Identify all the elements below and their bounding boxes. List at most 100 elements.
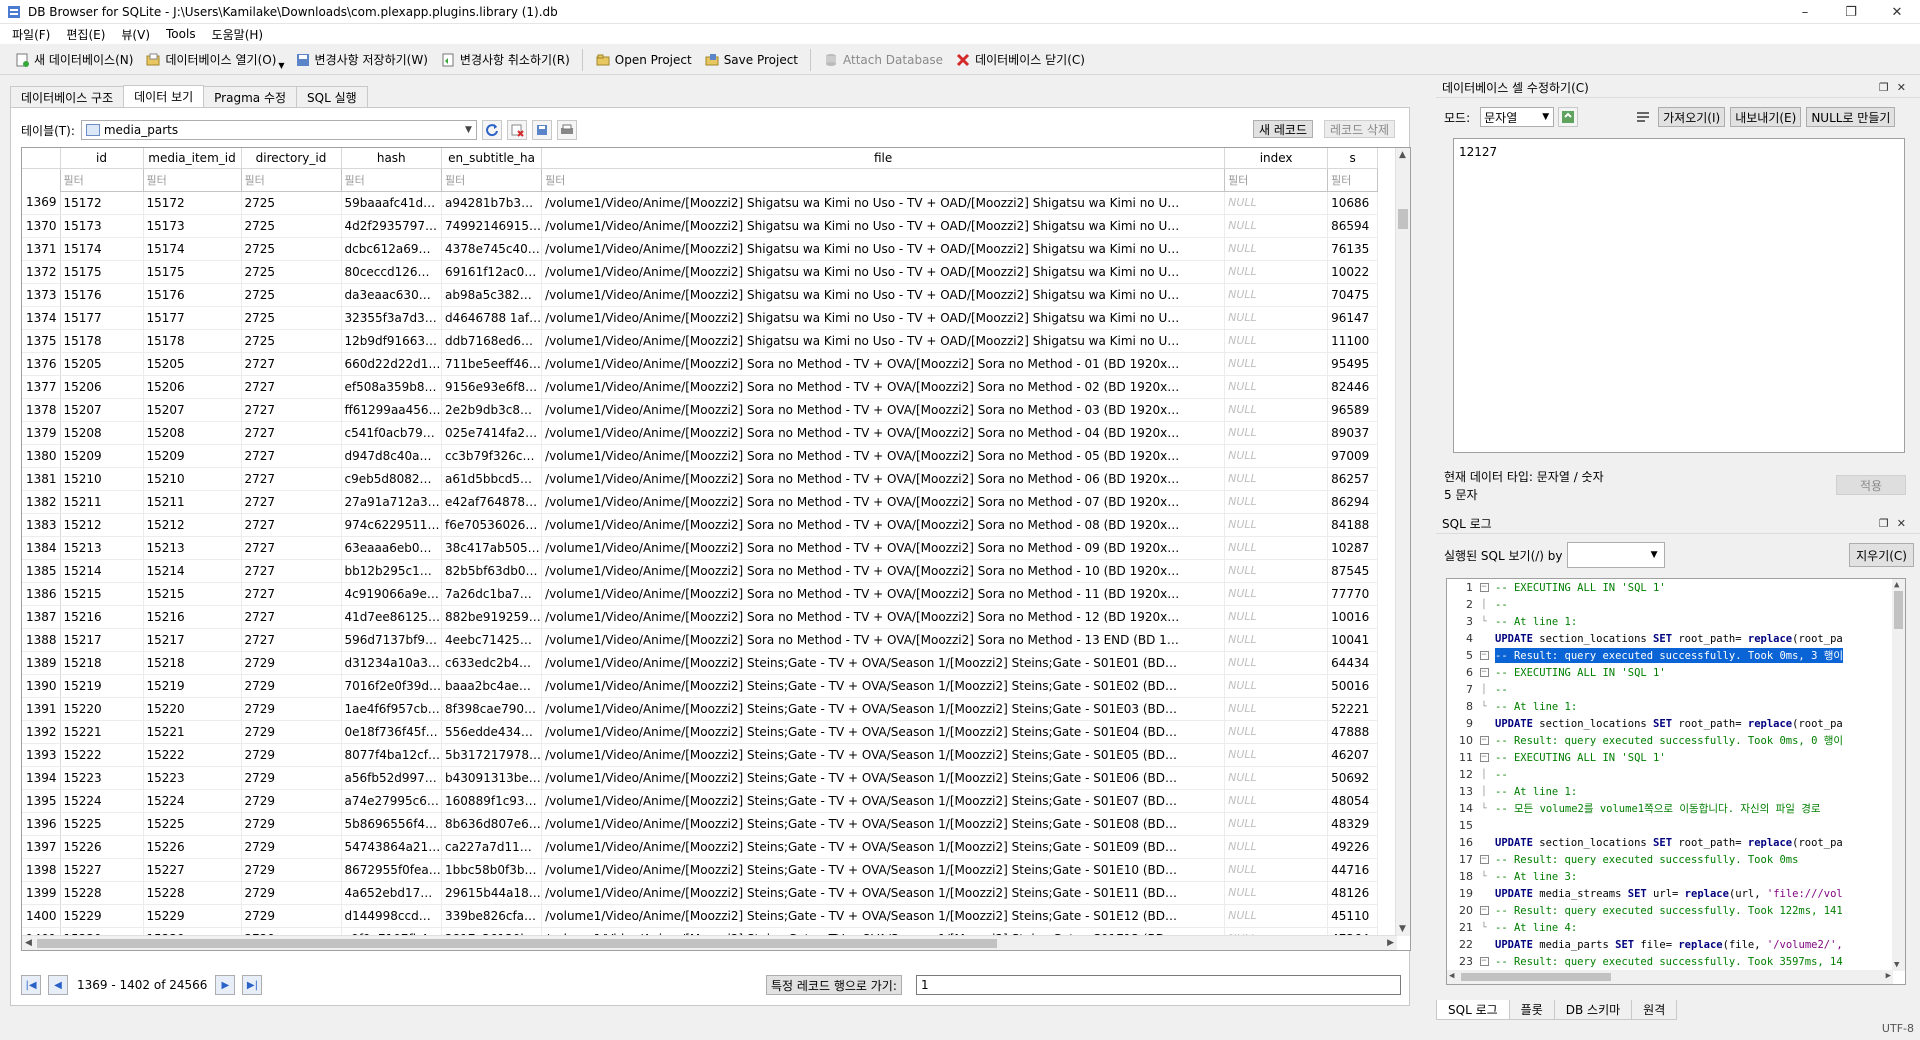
scroll-left-icon[interactable]: ◀: [25, 938, 32, 948]
cell-en-subtitle-hash[interactable]: 38c417ab505…: [441, 536, 543, 560]
cell-id[interactable]: 15224: [60, 789, 144, 813]
cell-media-item-id[interactable]: 15209: [143, 444, 242, 468]
menu-view[interactable]: 뷰(V): [113, 26, 158, 43]
cell-media-item-id[interactable]: 15178: [143, 329, 242, 353]
filter-input-en-subtitle-hash[interactable]: 필터: [441, 167, 543, 192]
cell-media-item-id[interactable]: 15216: [143, 605, 242, 629]
cell-hash[interactable]: d144998ccd…: [341, 904, 443, 928]
cell-file[interactable]: /volume1/Video/Anime/[Moozzi2] Sora no M…: [541, 628, 1226, 652]
save-project-button[interactable]: Save Project: [698, 47, 804, 73]
sql-log-source-select[interactable]: ▼: [1566, 542, 1665, 568]
cell-file[interactable]: /volume1/Video/Anime/[Moozzi2] Sora no M…: [541, 513, 1226, 537]
cell-hash[interactable]: 80ceccd126…: [341, 260, 443, 284]
cell-directory-id[interactable]: 2729: [241, 835, 342, 859]
cell-row-number[interactable]: 1399: [22, 881, 61, 905]
cell-en-subtitle-hash[interactable]: 556edde434…: [441, 720, 543, 744]
cell-file[interactable]: /volume1/Video/Anime/[Moozzi2] Steins;Ga…: [541, 697, 1226, 721]
cell-id[interactable]: 15228: [60, 881, 144, 905]
cell-row-number[interactable]: 1398: [22, 858, 61, 882]
cell-id[interactable]: 15205: [60, 352, 144, 376]
cell-media-item-id[interactable]: 15177: [143, 306, 242, 330]
cell-en-subtitle-hash[interactable]: ab98a5c382…: [441, 283, 543, 307]
cell-id[interactable]: 15215: [60, 582, 144, 606]
tab-browse-data[interactable]: 데이터 보기: [123, 85, 205, 107]
fold-collapse-icon[interactable]: −: [1473, 753, 1495, 762]
cell-row-number[interactable]: 1394: [22, 766, 61, 790]
first-record-button[interactable]: |◀: [21, 975, 41, 995]
scroll-down-icon[interactable]: ▼: [1894, 960, 1899, 970]
open-database-button[interactable]: 데이터베이스 열기(O): [139, 47, 282, 73]
cell-index[interactable]: NULL: [1224, 444, 1329, 468]
cell-index[interactable]: NULL: [1224, 490, 1329, 514]
table-row[interactable]: 1384 15213 15213 2727 63eaaa6eb0… 38c417ab505…: [22, 536, 1379, 560]
cell-index[interactable]: NULL: [1224, 306, 1329, 330]
write-changes-button[interactable]: 변경사항 저장하기(W): [289, 47, 434, 73]
cell-id[interactable]: 15220: [60, 697, 144, 721]
table-row[interactable]: 1372 15175 15175 2725 80ceccd126… 69161f12ac0…: [22, 260, 1379, 284]
fold-collapse-icon[interactable]: −: [1473, 651, 1495, 660]
cell-index[interactable]: NULL: [1224, 398, 1329, 422]
cell-en-subtitle-hash[interactable]: 69161f12ac0…: [441, 260, 543, 284]
cell-media-item-id[interactable]: 15217: [143, 628, 242, 652]
menu-edit[interactable]: 편집(E): [58, 26, 113, 43]
open-database-dropdown-icon[interactable]: ▼: [278, 61, 284, 70]
cell-en-subtitle-hash[interactable]: 29615b44a18…: [441, 881, 543, 905]
cell-file[interactable]: /volume1/Video/Anime/[Moozzi2] Sora no M…: [541, 398, 1226, 422]
cell-file[interactable]: /volume1/Video/Anime/[Moozzi2] Sora no M…: [541, 559, 1226, 583]
cell-index[interactable]: NULL: [1224, 214, 1329, 238]
cell-row-number[interactable]: 1388: [22, 628, 61, 652]
cell-index[interactable]: NULL: [1224, 605, 1329, 629]
cell-file[interactable]: /volume1/Video/Anime/[Moozzi2] Steins;Ga…: [541, 835, 1226, 859]
cell-hash[interactable]: 8672955f0fea…: [341, 858, 443, 882]
cell-hash[interactable]: 4d2f2935797…: [341, 214, 443, 238]
cell-media-item-id[interactable]: 15211: [143, 490, 242, 514]
cell-en-subtitle-hash[interactable]: 339be826cfa…: [441, 904, 543, 928]
cell-media-item-id[interactable]: 15215: [143, 582, 242, 606]
cell-row-number[interactable]: 1379: [22, 421, 61, 445]
cell-id[interactable]: 15206: [60, 375, 144, 399]
cell-id[interactable]: 15212: [60, 513, 144, 537]
cell-size[interactable]: 47888: [1327, 720, 1379, 744]
attach-database-button[interactable]: Attach Database: [817, 47, 949, 73]
cell-en-subtitle-hash[interactable]: c633edc2b4…: [441, 651, 543, 675]
cell-en-subtitle-hash[interactable]: a61d5bbcd5…: [441, 467, 543, 491]
cell-size[interactable]: 11100: [1327, 329, 1379, 353]
cell-hash[interactable]: bb12b295c1…: [341, 559, 443, 583]
cell-row-number[interactable]: 1378: [22, 398, 61, 422]
cell-id[interactable]: 15218: [60, 651, 144, 675]
cell-media-item-id[interactable]: 15175: [143, 260, 242, 284]
grid-horizontal-scroll-thumb[interactable]: [37, 939, 997, 948]
cell-media-item-id[interactable]: 15207: [143, 398, 242, 422]
cell-directory-id[interactable]: 2727: [241, 536, 342, 560]
cell-file[interactable]: /volume1/Video/Anime/[Moozzi2] Steins;Ga…: [541, 743, 1226, 767]
cell-directory-id[interactable]: 2727: [241, 467, 342, 491]
new-database-button[interactable]: 새 데이터베이스(N): [8, 47, 139, 73]
cell-file[interactable]: /volume1/Video/Anime/[Moozzi2] Sora no M…: [541, 375, 1226, 399]
cell-id[interactable]: 15229: [60, 904, 144, 928]
cell-row-number[interactable]: 1397: [22, 835, 61, 859]
cell-en-subtitle-hash[interactable]: b43091313be…: [441, 766, 543, 790]
cell-file[interactable]: /volume1/Video/Anime/[Moozzi2] Shigatsu …: [541, 260, 1226, 284]
cell-directory-id[interactable]: 2725: [241, 260, 342, 284]
cell-hash[interactable]: a74e27995c6…: [341, 789, 443, 813]
cell-media-item-id[interactable]: 15224: [143, 789, 242, 813]
cell-size[interactable]: 52221: [1327, 697, 1379, 721]
cell-media-item-id[interactable]: 15221: [143, 720, 242, 744]
cell-row-number[interactable]: 1380: [22, 444, 61, 468]
cell-size[interactable]: 48054: [1327, 789, 1379, 813]
cell-hash[interactable]: 54743864a21…: [341, 835, 443, 859]
clear-log-button[interactable]: 지우기(C): [1849, 543, 1914, 567]
cell-id[interactable]: 15213: [60, 536, 144, 560]
cell-hash[interactable]: 32355f3a7d3…: [341, 306, 443, 330]
cell-en-subtitle-hash[interactable]: baaa2bc4ae…: [441, 674, 543, 698]
cell-row-number[interactable]: 1387: [22, 605, 61, 629]
cell-editor[interactable]: 12127: [1453, 138, 1905, 453]
cell-size[interactable]: 46207: [1327, 743, 1379, 767]
export-button[interactable]: 내보내기(E): [1730, 107, 1802, 127]
cell-en-subtitle-hash[interactable]: 025e7414fa2…: [441, 421, 543, 445]
cell-file[interactable]: /volume1/Video/Anime/[Moozzi2] Shigatsu …: [541, 306, 1226, 330]
cell-index[interactable]: NULL: [1224, 651, 1329, 675]
cell-size[interactable]: 10686: [1327, 191, 1379, 215]
close-window-button[interactable]: ✕: [1874, 0, 1920, 24]
cell-index[interactable]: NULL: [1224, 835, 1329, 859]
